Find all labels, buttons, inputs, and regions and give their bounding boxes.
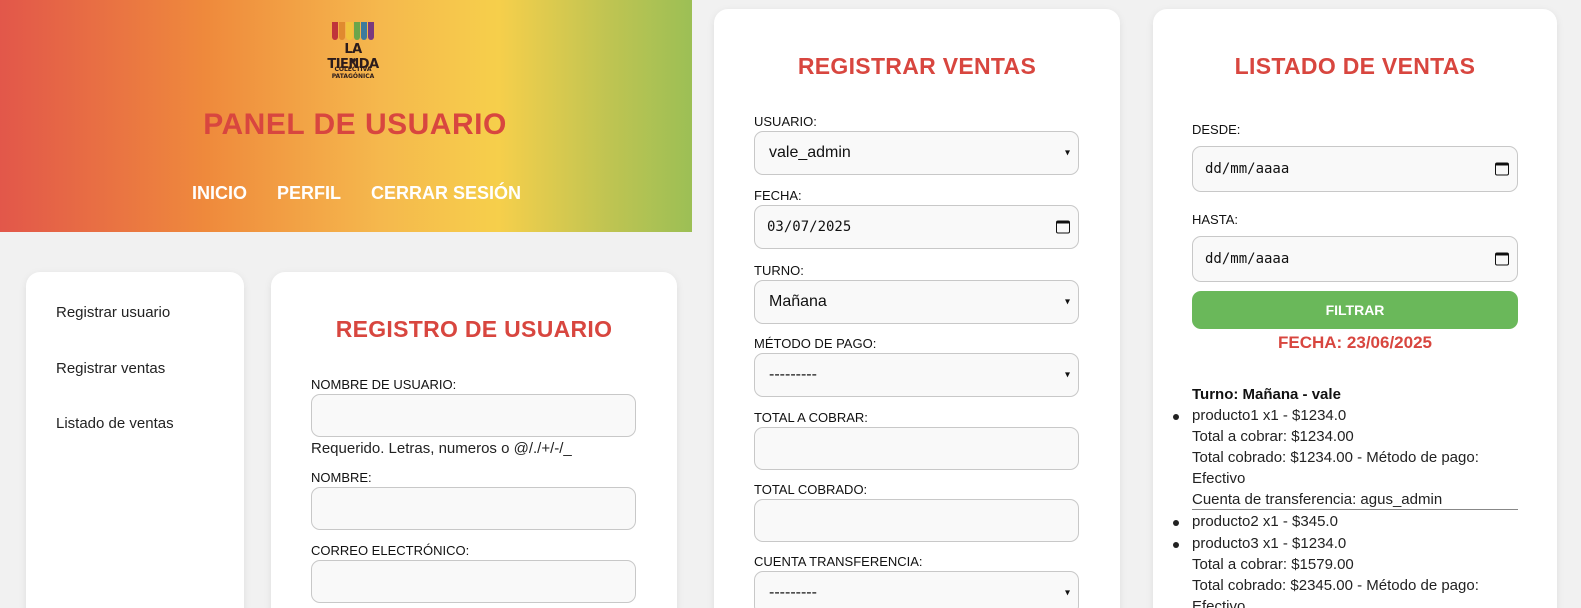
total-cobrado-label: TOTAL COBRADO: bbox=[754, 482, 868, 497]
sales-form-title: REGISTRAR VENTAS bbox=[797, 53, 1037, 79]
list-bullet bbox=[1173, 542, 1179, 548]
form-title: REGISTRO DE USUARIO bbox=[335, 316, 613, 342]
logo-sub-line-2: PATAGÓNICA bbox=[331, 73, 375, 80]
logo-sub-line-1: COLECTIVA bbox=[334, 66, 372, 73]
sidebar-item-registrar-ventas[interactable]: Registrar ventas bbox=[56, 360, 165, 377]
usuario-select[interactable]: vale_admin ▾ bbox=[754, 131, 1079, 175]
list-line: Efectivo bbox=[1192, 470, 1246, 487]
username-input[interactable] bbox=[311, 394, 636, 437]
la-tienda-logo[interactable]: LA TIENDA ♥ COLECTIVA PATAGÓNICA bbox=[322, 22, 384, 84]
list-line: Total a cobrar: $1234.00 bbox=[1192, 428, 1354, 445]
chevron-down-icon: ▾ bbox=[1064, 587, 1070, 599]
username-label: NOMBRE DE USUARIO: bbox=[311, 377, 457, 392]
main-nav: INICIO PERFIL CERRAR SESIÓN bbox=[192, 183, 521, 204]
chevron-down-icon: ▾ bbox=[1064, 369, 1070, 381]
nav-perfil[interactable]: PERFIL bbox=[277, 183, 341, 204]
divider bbox=[1192, 509, 1518, 510]
cuenta-transferencia-value: --------- bbox=[769, 584, 817, 601]
filter-button[interactable]: FILTRAR bbox=[1192, 291, 1518, 329]
metodo-pago-label: MÉTODO DE PAGO: bbox=[754, 336, 877, 351]
nav-inicio[interactable]: INICIO bbox=[192, 183, 247, 204]
fecha-label: FECHA: bbox=[754, 188, 802, 203]
metodo-pago-value: --------- bbox=[769, 366, 817, 383]
header: LA TIENDA ♥ COLECTIVA PATAGÓNICA PANEL D… bbox=[0, 0, 692, 232]
turno-value: Mañana bbox=[769, 293, 827, 310]
logo-subtitle: COLECTIVA PATAGÓNICA bbox=[322, 66, 384, 80]
metodo-pago-select[interactable]: --------- ▾ bbox=[754, 353, 1079, 397]
list-item: producto1 x1 - $1234.0 bbox=[1192, 407, 1347, 424]
chevron-down-icon: ▾ bbox=[1064, 296, 1070, 308]
page-title: PANEL DE USUARIO bbox=[203, 108, 507, 141]
list-line: Total cobrado: $1234.00 - Método de pago… bbox=[1192, 449, 1479, 466]
desde-date-input[interactable]: dd/mm/aaaa bbox=[1192, 146, 1518, 192]
cuenta-transferencia-select[interactable]: --------- ▾ bbox=[754, 571, 1079, 608]
total-cobrado-input[interactable] bbox=[754, 499, 1079, 542]
desde-placeholder: dd/mm/aaaa bbox=[1205, 161, 1290, 177]
chevron-down-icon: ▾ bbox=[1064, 147, 1070, 159]
list-bullet bbox=[1173, 520, 1179, 526]
total-cobrar-label: TOTAL A COBRAR: bbox=[754, 410, 868, 425]
list-line: Total a cobrar: $1579.00 bbox=[1192, 556, 1354, 573]
name-input[interactable] bbox=[311, 487, 636, 530]
list-bullet bbox=[1173, 414, 1179, 420]
screenshot: LA TIENDA ♥ COLECTIVA PATAGÓNICA PANEL D… bbox=[0, 0, 1581, 608]
sidebar-item-registrar-usuario[interactable]: Registrar usuario bbox=[56, 304, 170, 321]
turno-label: TURNO: bbox=[754, 263, 804, 278]
list-item: producto2 x1 - $345.0 bbox=[1192, 513, 1338, 530]
list-line: Efectivo bbox=[1192, 598, 1246, 608]
awning-icon bbox=[332, 22, 375, 40]
nav-cerrar-sesion[interactable]: CERRAR SESIÓN bbox=[371, 183, 521, 204]
email-input[interactable] bbox=[311, 560, 636, 603]
fecha-date-input[interactable]: 03/07/2025 bbox=[754, 205, 1079, 249]
total-cobrar-input[interactable] bbox=[754, 427, 1079, 470]
heart-icon: ♥ bbox=[349, 57, 357, 66]
usuario-label: USUARIO: bbox=[754, 114, 817, 129]
fecha-value: 03/07/2025 bbox=[767, 219, 852, 235]
sidebar-item-listado-ventas[interactable]: Listado de ventas bbox=[56, 415, 174, 432]
hasta-date-input[interactable]: dd/mm/aaaa bbox=[1192, 236, 1518, 282]
email-label: CORREO ELECTRÓNICO: bbox=[311, 543, 470, 558]
list-line: Cuenta de transferencia: agus_admin bbox=[1192, 491, 1443, 508]
list-item: producto3 x1 - $1234.0 bbox=[1192, 535, 1347, 552]
cuenta-transferencia-label: CUENTA TRANSFERENCIA: bbox=[754, 554, 923, 569]
sidebar: Registrar usuario Registrar ventas Lista… bbox=[26, 272, 244, 608]
date-heading: FECHA: 23/06/2025 bbox=[1277, 333, 1433, 352]
shift-heading: Turno: Mañana - vale bbox=[1192, 386, 1341, 403]
list-line: Total cobrado: $2345.00 - Método de pago… bbox=[1192, 577, 1479, 594]
sales-list-title: LISTADO DE VENTAS bbox=[1234, 53, 1476, 79]
calendar-icon[interactable] bbox=[1056, 220, 1070, 234]
turno-select[interactable]: Mañana ▾ bbox=[754, 280, 1079, 324]
user-panel-view: LA TIENDA ♥ COLECTIVA PATAGÓNICA PANEL D… bbox=[0, 0, 692, 608]
usuario-value: vale_admin bbox=[769, 144, 851, 161]
hasta-placeholder: dd/mm/aaaa bbox=[1205, 251, 1290, 267]
hasta-label: HASTA: bbox=[1192, 212, 1238, 227]
calendar-icon[interactable] bbox=[1495, 252, 1509, 266]
calendar-icon[interactable] bbox=[1495, 162, 1509, 176]
desde-label: DESDE: bbox=[1192, 122, 1241, 137]
username-help-text: Requerido. Letras, numeros o @/./+/-/_ bbox=[311, 440, 572, 457]
name-label: NOMBRE: bbox=[311, 470, 372, 485]
